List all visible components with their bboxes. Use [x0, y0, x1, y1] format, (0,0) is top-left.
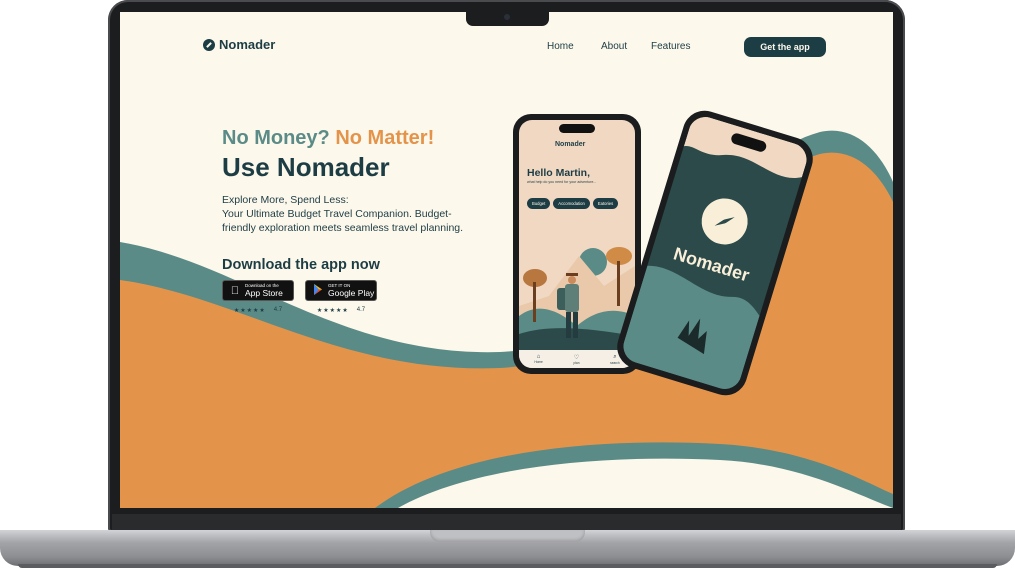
google-play-icon — [312, 283, 324, 298]
heart-icon: ♡ — [573, 354, 580, 361]
app-store-block:  Download on the App Store ★★★★★ 4.7 — [222, 280, 294, 314]
download-title: Download the app now — [222, 257, 380, 273]
rating-stars: ★★★★★ — [316, 308, 349, 314]
dynamic-island — [559, 124, 595, 133]
rating-value: 4.7 — [273, 307, 283, 313]
laptop-chin — [112, 514, 901, 530]
kicker-matter: No Matter! — [335, 127, 435, 149]
google-play-rating: ★★★★★ 4.7 — [317, 307, 365, 314]
kicker-money: No Money? — [222, 127, 330, 149]
app-logo: Nomader — [555, 141, 586, 148]
nav-home-link[interactable]: Home — [547, 41, 574, 52]
brand-name: Nomader — [219, 37, 276, 52]
brand-logo[interactable]: Nomader — [203, 37, 275, 52]
rating-stars: ★★★★★ — [233, 308, 266, 314]
app-subtitle: what help do you need for your adventure… — [527, 180, 597, 184]
camera-notch — [466, 11, 549, 26]
nav-features-link[interactable]: Features — [651, 41, 690, 52]
get-app-button[interactable]: Get the app — [744, 37, 826, 57]
rating-value: 4.7 — [356, 307, 366, 313]
tab-plan[interactable]: ♡ plan — [573, 354, 579, 365]
google-play-block: GET IT ON Google Play ★★★★★ 4.7 — [305, 280, 377, 314]
laptop-screen: Nomader Home About Features Get the app … — [120, 12, 893, 508]
desc-line-2: Your Ultimate Budget Travel Companion. B… — [222, 208, 464, 234]
desc-line-1: Explore More, Spend Less: — [222, 194, 349, 206]
hero-description: Explore More, Spend Less: Your Ultimate … — [222, 193, 472, 235]
laptop-trackpad-notch — [430, 530, 585, 542]
store-badges:  Download on the App Store ★★★★★ 4.7 — [222, 280, 472, 314]
app-store-button[interactable]:  Download on the App Store — [222, 280, 294, 301]
app-chips: Budget Accomodation Eatories — [527, 198, 619, 209]
google-play-button[interactable]: GET IT ON Google Play — [305, 280, 377, 301]
compass-icon — [203, 38, 215, 51]
app-greeting: Hello Martin, — [527, 167, 591, 179]
traveler-illustration — [519, 216, 635, 350]
camera-icon — [504, 14, 510, 20]
hero-kicker: No Money? No Matter! — [222, 127, 472, 150]
hero-headline: Use Nomader — [222, 152, 390, 182]
apple-icon:  — [229, 285, 241, 297]
nav-about-link[interactable]: About — [601, 41, 627, 52]
phone-app-screen: Nomader Hello Martin, what help do you n… — [519, 120, 635, 368]
app-store-label: App Store — [245, 287, 283, 298]
search-icon: ⌕ — [613, 353, 617, 360]
app-store-rating: ★★★★★ 4.7 — [234, 307, 282, 314]
laptop-base-edge — [18, 564, 997, 568]
tab-home[interactable]: ⌂ Home — [534, 354, 543, 364]
chip-eatories[interactable]: Eatories — [592, 198, 619, 209]
chip-budget[interactable]: Budget — [527, 198, 551, 209]
hero-section: No Money? No Matter! Use Nomader Explore… — [222, 127, 472, 314]
google-play-label: Google Play — [328, 287, 375, 298]
chip-accomodation[interactable]: Accomodation — [553, 198, 590, 209]
